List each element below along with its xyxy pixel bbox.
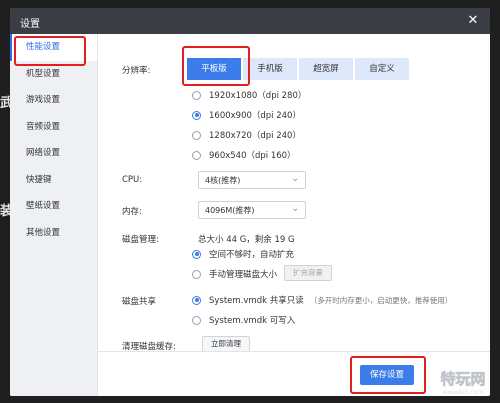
radio-button[interactable] [192, 315, 201, 325]
tab-phone[interactable]: 手机版 [243, 58, 297, 80]
tab-ultrawide[interactable]: 超宽屏 [299, 58, 353, 80]
resolution-option-1920[interactable]: 1920x1080（dpi 280） [192, 89, 306, 101]
radio-button[interactable] [192, 295, 201, 305]
sidebar-item-hotkeys[interactable]: 快捷键 [10, 167, 98, 194]
option-label: 空间不够时，自动扩充 [209, 250, 295, 260]
chevron-down-icon: ⌄ [291, 174, 299, 184]
radio-button[interactable] [192, 130, 201, 140]
expand-capacity-button[interactable]: 扩充容量 [284, 265, 332, 281]
settings-dialog: 设置 ✕ 性能设置 机型设置 游戏设置 音频设置 网络设置 快捷键 壁纸设置 其… [10, 8, 490, 396]
sidebar-item-label: 机型设置 [26, 68, 61, 79]
settings-content: 分辨率: 平板版 手机版 超宽屏 自定义 1920x1080（dpi 280） … [98, 34, 490, 353]
disk-share-option-readonly[interactable]: System.vmdk 共享只读 （多开时内存更小，启动更快，推荐使用） [192, 294, 452, 306]
tab-custom[interactable]: 自定义 [355, 58, 409, 80]
radio-button[interactable] [192, 110, 201, 120]
radio-button[interactable] [192, 249, 201, 259]
dialog-footer: 保存设置 [98, 351, 490, 396]
sidebar-item-audio[interactable]: 音频设置 [10, 114, 98, 141]
sidebar-item-performance[interactable]: 性能设置 [10, 34, 98, 61]
disk-option-manual[interactable]: 手动管理磁盘大小 [192, 268, 277, 280]
memory-label: 内存: [122, 207, 142, 217]
option-label: System.vmdk 可写入 [209, 316, 296, 326]
option-label: System.vmdk 共享只读 [209, 296, 304, 306]
disk-label: 磁盘管理: [122, 235, 159, 245]
disk-share-option-writable[interactable]: System.vmdk 可写入 [192, 314, 295, 326]
resolution-option-1280[interactable]: 1280x720（dpi 240） [192, 129, 301, 141]
sidebar-item-wallpaper[interactable]: 壁纸设置 [10, 193, 98, 220]
sidebar-item-label: 性能设置 [26, 42, 61, 52]
tab-tablet[interactable]: 平板版 [187, 58, 241, 80]
sidebar-item-network[interactable]: 网络设置 [10, 140, 98, 167]
sidebar-item-device[interactable]: 机型设置 [10, 61, 98, 88]
radio-button[interactable] [192, 269, 201, 279]
resolution-option-960[interactable]: 960x540（dpi 160） [192, 149, 296, 161]
radio-button[interactable] [192, 90, 201, 100]
memory-value: 4096M(推荐) [205, 206, 255, 215]
sidebar-item-label: 音频设置 [26, 121, 61, 132]
option-label: 1280x720（dpi 240） [209, 131, 301, 141]
cpu-value: 4核(推荐) [205, 176, 241, 185]
sidebar-item-game[interactable]: 游戏设置 [10, 87, 98, 114]
sidebar-item-label: 其他设置 [26, 227, 61, 238]
resolution-option-1600[interactable]: 1600x900（dpi 240） [192, 109, 301, 121]
memory-select[interactable]: 4096M(推荐) ⌄ [198, 201, 306, 219]
dialog-title: 设置 [20, 19, 40, 30]
sidebar-item-label: 快捷键 [26, 174, 52, 185]
settings-sidebar: 性能设置 机型设置 游戏设置 音频设置 网络设置 快捷键 壁纸设置 其他设置 [10, 34, 98, 396]
option-label: 960x540（dpi 160） [209, 151, 296, 161]
dialog-titlebar: 设置 ✕ [10, 8, 490, 34]
disk-info: 总大小 44 G，剩余 19 G [198, 235, 295, 245]
sidebar-item-label: 网络设置 [26, 148, 61, 158]
sidebar-item-label: 游戏设置 [26, 95, 61, 105]
disk-share-label: 磁盘共享 [122, 297, 157, 307]
chevron-down-icon: ⌄ [291, 204, 299, 214]
option-hint: （多开时内存更小，启动更快，推荐使用） [309, 295, 453, 305]
option-label: 手动管理磁盘大小 [209, 270, 278, 280]
option-label: 1600x900（dpi 240） [209, 111, 301, 121]
radio-button[interactable] [192, 150, 201, 160]
cpu-label: CPU: [122, 175, 143, 185]
save-settings-button[interactable]: 保存设置 [360, 365, 414, 385]
resolution-tabs: 平板版 手机版 超宽屏 自定义 [187, 58, 411, 80]
disk-option-auto[interactable]: 空间不够时，自动扩充 [192, 248, 294, 260]
resolution-label: 分辨率: [122, 66, 151, 76]
sidebar-item-label: 壁纸设置 [26, 201, 61, 211]
close-icon[interactable]: ✕ [466, 14, 480, 28]
sidebar-item-other[interactable]: 其他设置 [10, 220, 98, 247]
option-label: 1920x1080（dpi 280） [209, 91, 307, 101]
cpu-select[interactable]: 4核(推荐) ⌄ [198, 171, 306, 189]
